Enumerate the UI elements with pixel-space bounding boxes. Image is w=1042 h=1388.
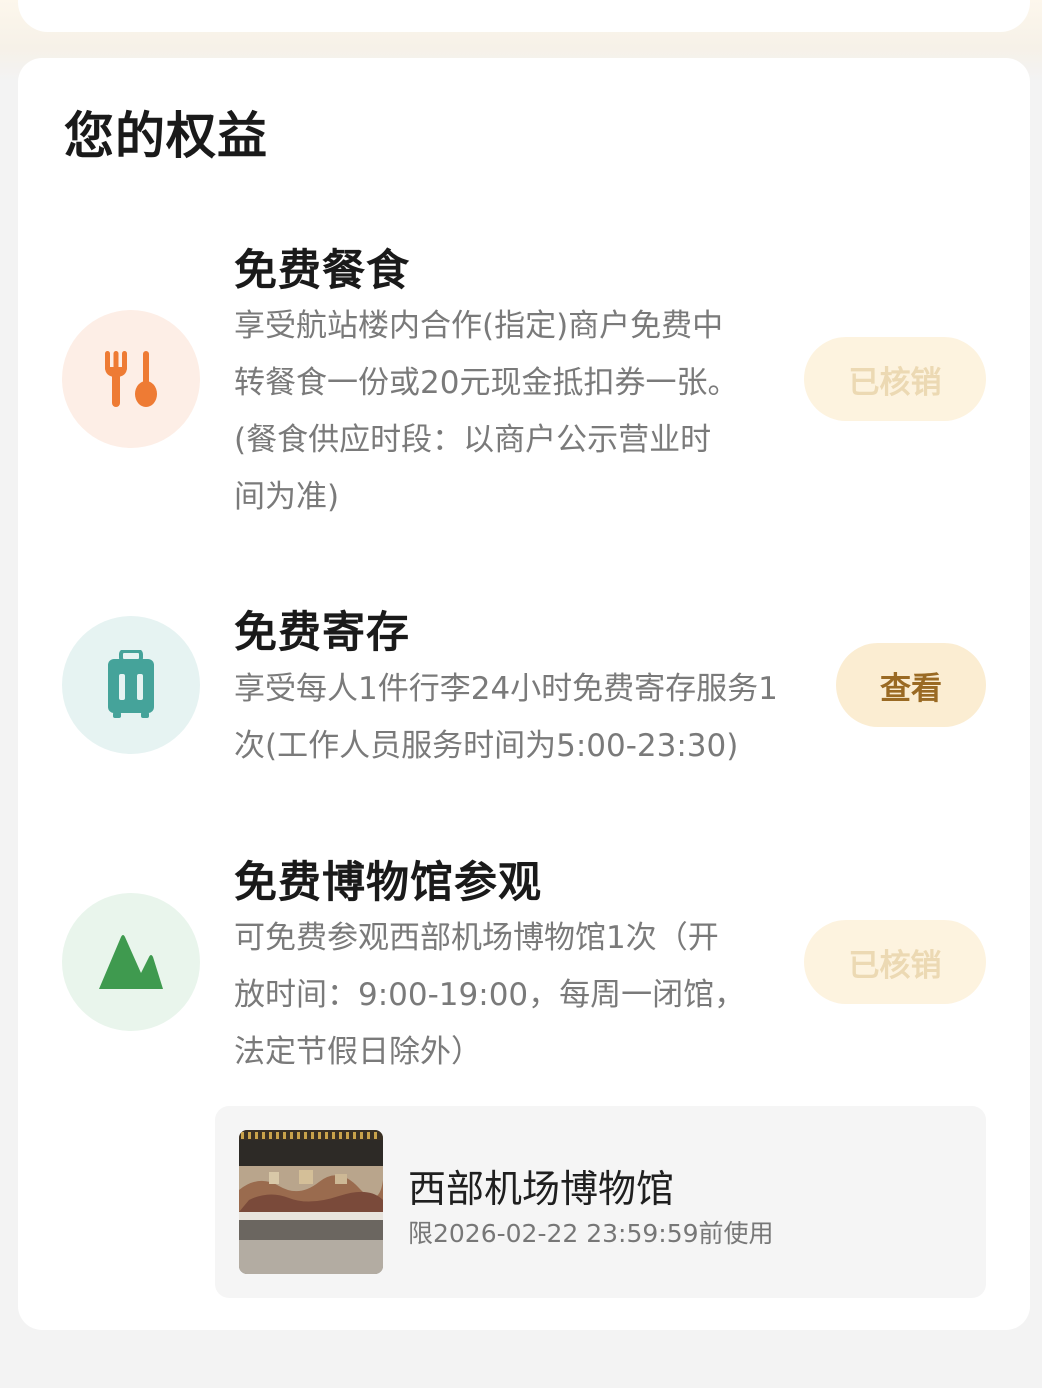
benefit-title: 免费寄存: [234, 608, 410, 658]
museum-name: 西部机场博物馆: [408, 1167, 675, 1211]
desc-line: 次(工作人员服务时间为5:00-23:30): [234, 728, 739, 764]
view-button[interactable]: 查看: [836, 643, 986, 727]
desc-line: 转餐食一份或20元现金抵扣券一张。: [234, 365, 739, 401]
benefit-title: 免费餐食: [234, 246, 410, 296]
desc-line: 间为准): [234, 479, 340, 515]
museum-icon-circle: [62, 893, 200, 1031]
luggage-icon: [108, 650, 154, 718]
museum-valid-until: 限2026-02-22 23:59:59前使用: [408, 1219, 774, 1248]
benefit-description: 享受每人1件行李24小时免费寄存服务1 次(工作人员服务时间为5:00-23:3…: [234, 661, 778, 775]
benefit-title: 免费博物馆参观: [234, 858, 542, 908]
redeemed-button[interactable]: 已核销: [804, 920, 986, 1004]
fork-spoon-icon: [105, 351, 157, 407]
museum-thumbnail: [239, 1130, 383, 1274]
desc-line: 法定节假日除外）: [234, 1034, 482, 1070]
meal-icon-circle: [62, 310, 200, 448]
desc-line: 放时间：9:00-19:00，每周一闭馆，: [234, 977, 746, 1013]
benefit-description: 享受航站楼内合作(指定)商户免费中 转餐食一份或20元现金抵扣券一张。 (餐食供…: [234, 298, 738, 526]
desc-line: 享受每人1件行李24小时免费寄存服务1: [234, 671, 778, 707]
section-title: 您的权益: [64, 107, 268, 165]
redeemed-button[interactable]: 已核销: [804, 337, 986, 421]
desc-line: 享受航站楼内合作(指定)商户免费中: [234, 308, 724, 344]
desc-line: 可免费参观西部机场博物馆1次（开: [234, 920, 719, 956]
previous-card: [18, 0, 1030, 32]
storage-icon-circle: [62, 616, 200, 754]
benefits-card: 您的权益 免费餐食 享受航站楼内合作(指定)商户免费中 转餐食一份或20元现金抵…: [18, 58, 1030, 1330]
mountain-icon: [99, 935, 163, 989]
desc-line: (餐食供应时段：以商户公示营业时: [234, 422, 712, 458]
benefit-description: 可免费参观西部机场博物馆1次（开 放时间：9:00-19:00，每周一闭馆， 法…: [234, 910, 745, 1081]
museum-ticket-card[interactable]: 西部机场博物馆 限2026-02-22 23:59:59前使用: [215, 1106, 986, 1298]
